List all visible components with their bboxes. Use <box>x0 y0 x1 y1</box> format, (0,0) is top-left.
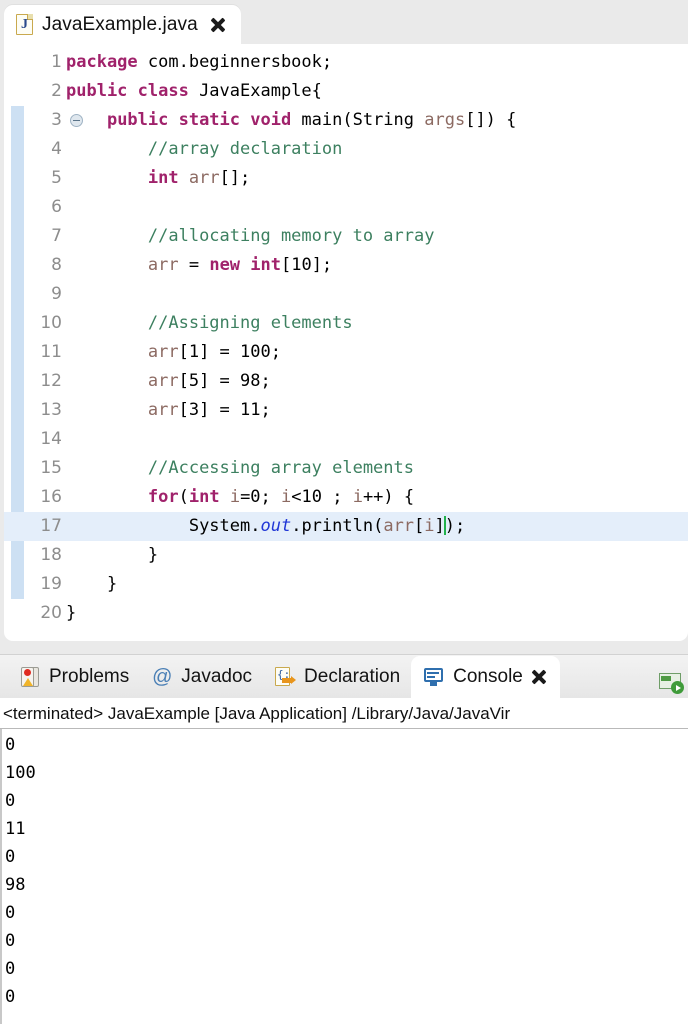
code-text: //array declaration <box>147 139 343 159</box>
code-text: //Accessing array elements <box>147 458 414 478</box>
line-number: 17 <box>40 516 62 536</box>
view-tab-label: Declaration <box>304 666 401 687</box>
eclipse-ide-window: J JavaExample.java 1 package com.beginner… <box>0 0 688 1024</box>
editor-tab-strip: J JavaExample.java <box>0 0 688 44</box>
code-line[interactable]: 19 } <box>4 570 688 599</box>
console-output-line: 98 <box>5 875 26 895</box>
console-output-line: 0 <box>5 903 16 923</box>
line-number: 2 <box>51 81 62 101</box>
view-toolbar <box>658 670 684 694</box>
code-text: } <box>66 545 159 565</box>
code-text: } <box>66 603 77 623</box>
code-line[interactable]: 2 public class JavaExample{ <box>4 77 688 106</box>
fold-collapse-icon[interactable] <box>70 114 83 127</box>
close-icon[interactable] <box>531 669 548 686</box>
console-status-line: <terminated> JavaExample [Java Applicati… <box>0 698 688 729</box>
line-number: 10 <box>40 313 62 333</box>
line-number: 18 <box>40 545 62 565</box>
code-line[interactable]: 6 <box>4 193 688 222</box>
console-output-line: 0 <box>5 791 16 811</box>
code-line[interactable]: 12 arr[5] = 98; <box>4 367 688 396</box>
line-number: 14 <box>40 429 62 449</box>
code-text: //Assigning elements <box>147 313 353 333</box>
code-line[interactable]: 13 arr[3] = 11; <box>4 396 688 425</box>
code-line[interactable]: 15 //Accessing array elements <box>4 454 688 483</box>
view-tab-problems[interactable]: Problems <box>8 656 140 698</box>
line-number: 1 <box>51 52 62 72</box>
console-output-line: 0 <box>5 987 16 1007</box>
line-number: 7 <box>51 226 62 246</box>
declaration-doc-icon: {: <box>274 666 297 688</box>
view-tab-declaration[interactable]: {: Declaration <box>263 656 411 698</box>
line-number: 9 <box>51 284 62 304</box>
code-line[interactable]: 20} <box>4 599 688 628</box>
view-tab-strip: Problems @ Javadoc {: Declaration Console <box>0 654 688 698</box>
code-line[interactable]: 14 <box>4 425 688 454</box>
console-left-rule <box>0 729 2 1024</box>
at-sign-icon: @ <box>152 666 173 688</box>
code-text: for(int i=0; i<10 ; i++) { <box>147 487 415 507</box>
panel-divider[interactable] <box>0 641 688 654</box>
line-number: 19 <box>40 574 62 594</box>
code-text: System.out.println(arr[i]); <box>188 516 466 536</box>
code-text: arr[1] = 100; <box>147 342 281 362</box>
view-tab-label: Javadoc <box>181 666 253 687</box>
code-text: arr[5] = 98; <box>147 371 271 391</box>
code-text: arr = new int[10]; <box>147 255 333 275</box>
console-output-line: 0 <box>5 931 16 951</box>
code-line[interactable]: 10 //Assigning elements <box>4 309 688 338</box>
view-tab-console[interactable]: Console <box>411 656 560 698</box>
java-file-icon: J <box>16 14 33 35</box>
close-icon[interactable] <box>210 16 227 33</box>
line-number: 13 <box>40 400 62 420</box>
code-text: public static void main(String args[]) { <box>106 110 517 130</box>
code-text: } <box>66 574 118 594</box>
code-line[interactable]: 18 } <box>4 541 688 570</box>
line-number: 16 <box>40 487 62 507</box>
code-line[interactable]: 17 System.out.println(arr[i]); <box>4 512 688 541</box>
code-line[interactable]: 4 //array declaration <box>4 135 688 164</box>
code-text: package com.beginnersbook; <box>66 52 333 72</box>
editor-tab-javaexample[interactable]: J JavaExample.java <box>4 5 241 44</box>
code-text: public class JavaExample{ <box>66 81 322 101</box>
display-selected-console-icon[interactable] <box>658 670 684 694</box>
code-area[interactable]: 1 package com.beginnersbook; 2 public class… <box>4 44 688 628</box>
code-text: //allocating memory to array <box>147 226 435 246</box>
code-line[interactable]: 8 arr = new int[10]; <box>4 251 688 280</box>
editor-body: 1 package com.beginnersbook; 2 public class… <box>4 44 688 641</box>
editor-tab-label: JavaExample.java <box>42 13 198 35</box>
bottom-view-panel: Problems @ Javadoc {: Declaration Console <te… <box>0 654 688 1024</box>
code-line[interactable]: 1 package com.beginnersbook; <box>4 48 688 77</box>
line-number: 15 <box>40 458 62 478</box>
code-text: int arr[]; <box>147 168 251 188</box>
code-line[interactable]: 16 for(int i=0; i<10 ; i++) { <box>4 483 688 512</box>
editor-panel: J JavaExample.java 1 package com.beginner… <box>0 0 688 641</box>
line-number: 3 <box>51 110 62 130</box>
console-output-line: 0 <box>5 847 16 867</box>
traffic-light-icon <box>19 666 41 688</box>
console-output-line: 0 <box>5 959 16 979</box>
line-number: 6 <box>51 197 62 217</box>
code-line[interactable]: 5 int arr[]; <box>4 164 688 193</box>
console-output-line: 0 <box>5 735 16 755</box>
line-number: 12 <box>40 371 62 391</box>
console-output[interactable]: 0 100 0 11 0 98 0 0 0 0 <box>0 729 688 1024</box>
view-tab-label: Problems <box>49 666 130 687</box>
line-number: 8 <box>51 255 62 275</box>
view-tab-javadoc[interactable]: @ Javadoc <box>140 656 263 698</box>
line-number: 5 <box>51 168 62 188</box>
view-tab-label: Console <box>453 666 523 687</box>
console-output-line: 11 <box>5 819 26 839</box>
console-monitor-icon <box>423 666 445 688</box>
console-output-line: 100 <box>5 763 36 783</box>
line-number: 4 <box>51 139 62 159</box>
code-line[interactable]: 3 public static void main(String args[])… <box>4 106 688 135</box>
line-number: 20 <box>40 603 62 623</box>
code-line[interactable]: 11 arr[1] = 100; <box>4 338 688 367</box>
code-line[interactable]: 9 <box>4 280 688 309</box>
line-number: 11 <box>40 342 62 362</box>
code-text: arr[3] = 11; <box>147 400 271 420</box>
code-line[interactable]: 7 //allocating memory to array <box>4 222 688 251</box>
